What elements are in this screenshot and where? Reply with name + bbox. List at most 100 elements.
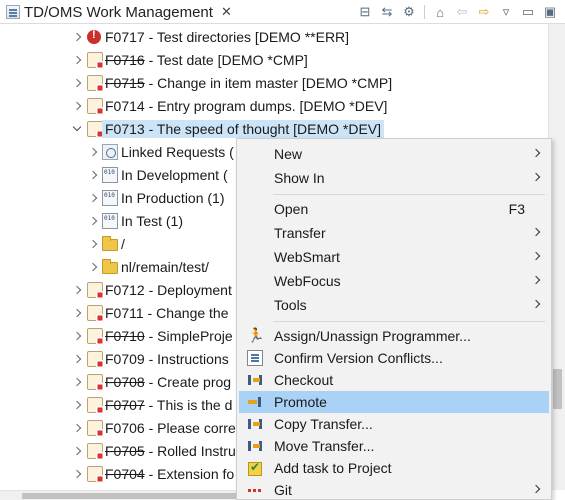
menu-item-confirm-version-conflicts[interactable]: Confirm Version Conflicts... [239, 347, 549, 369]
menu-item-add-task-to-project[interactable]: Add task to Project [239, 457, 549, 479]
submenu-arrow-icon [531, 275, 541, 285]
environment-icon [102, 212, 118, 229]
menu-item-label: Git [274, 482, 292, 498]
menu-item-label: Move Transfer... [274, 438, 375, 454]
tree-row-label: nl/remain/test/ [121, 258, 209, 275]
task-icon [87, 419, 104, 437]
menu-item-show-in[interactable]: Show In [239, 167, 549, 189]
tree-row-label: F0707 - This is the d [105, 396, 233, 413]
menu-item-checkout[interactable]: Checkout [239, 369, 549, 391]
task-icon [87, 442, 104, 460]
expand-icon[interactable] [72, 308, 82, 318]
expand-icon[interactable] [72, 377, 82, 387]
tree-row-label: F0712 - Deployment [105, 281, 232, 298]
expand-icon[interactable] [72, 101, 82, 111]
expand-icon[interactable] [72, 469, 82, 479]
expand-icon[interactable] [72, 78, 82, 88]
programmer-runner-icon [247, 327, 264, 344]
expand-icon[interactable] [72, 354, 82, 364]
expand-icon[interactable] [88, 147, 98, 157]
submenu-arrow-icon [531, 251, 541, 261]
expand-icon[interactable] [72, 331, 82, 341]
menu-item-tools[interactable]: Tools [239, 294, 549, 316]
tree-row[interactable]: F0715 - Change in item master [DEMO *CMP… [0, 71, 548, 94]
expand-icon[interactable] [72, 32, 82, 42]
vertical-scroll-thumb[interactable] [553, 369, 562, 409]
forward-icon[interactable]: ⇨ [475, 3, 493, 21]
toolbar-separator [424, 5, 425, 19]
submenu-arrow-icon [531, 227, 541, 237]
menu-item-new[interactable]: New [239, 143, 549, 165]
expand-icon[interactable] [88, 170, 98, 180]
tree-row-label: F0704 - Extension fo [105, 465, 235, 482]
move-transfer-icon [247, 438, 263, 454]
menu-item-move-transfer[interactable]: Move Transfer... [239, 435, 549, 457]
tree-row[interactable]: F0716 - Test date [DEMO *CMP] [0, 48, 548, 71]
filter-gear-icon[interactable]: ⚙ [400, 3, 418, 21]
menu-separator [273, 194, 545, 195]
tree-row-label: F0710 - SimpleProje [105, 327, 233, 344]
expand-icon[interactable] [72, 446, 82, 456]
submenu-arrow-icon [531, 299, 541, 309]
menu-item-copy-transfer[interactable]: Copy Transfer... [239, 413, 549, 435]
menu-item-label: Confirm Version Conflicts... [274, 350, 443, 366]
environment-icon [102, 189, 118, 206]
submenu-arrow-icon [531, 148, 541, 158]
tree-row-label: / [121, 235, 125, 252]
menu-item-websmart[interactable]: WebSmart [239, 246, 549, 268]
task-icon [87, 327, 104, 345]
tree-row[interactable]: F0717 - Test directories [DEMO **ERR] [0, 25, 548, 48]
maximize-icon[interactable]: ▣ [541, 3, 559, 21]
tree-row-selected[interactable]: F0713 - The speed of thought [DEMO *DEV] [0, 117, 548, 140]
tree-row-label: F0705 - Rolled Instru [105, 442, 236, 459]
tree-row-label: Linked Requests ( [121, 143, 234, 160]
minimize-icon[interactable]: ▭ [519, 3, 537, 21]
expand-icon[interactable] [72, 55, 82, 65]
task-icon [87, 304, 104, 322]
menu-item-assign-programmer[interactable]: Assign/Unassign Programmer... [239, 325, 549, 347]
tree-row[interactable]: F0714 - Entry program dumps. [DEMO *DEV] [0, 94, 548, 117]
task-icon [87, 120, 104, 138]
view-menu-icon[interactable]: ▿ [497, 3, 515, 21]
environment-icon [102, 166, 118, 183]
menu-item-label: Add task to Project [274, 460, 392, 476]
back-icon[interactable]: ⇦ [453, 3, 471, 21]
link-with-editor-icon[interactable]: ⇆ [378, 3, 396, 21]
menu-item-promote[interactable]: Promote [239, 391, 549, 413]
expand-icon[interactable] [88, 239, 98, 249]
view-tab[interactable]: TD/OMS Work Management ✕ [0, 0, 240, 24]
expand-icon[interactable] [88, 193, 98, 203]
tree-row-label: F0711 - Change the [105, 304, 229, 321]
tree-row-label: F0713 - The speed of thought [DEMO *DEV] [101, 119, 385, 138]
folder-icon [102, 258, 118, 274]
menu-separator [273, 321, 545, 322]
task-icon [87, 74, 104, 92]
menu-item-label: WebFocus [274, 273, 341, 289]
home-icon[interactable]: ⌂ [431, 3, 449, 21]
menu-item-label: Promote [274, 394, 327, 410]
expand-icon[interactable] [72, 423, 82, 433]
menu-item-label: Assign/Unassign Programmer... [274, 328, 471, 344]
document-list-icon [247, 350, 263, 366]
menu-item-label: Checkout [274, 372, 334, 388]
menu-item-open[interactable]: Open F3 [239, 198, 549, 220]
close-icon[interactable]: ✕ [221, 4, 232, 20]
tree-row-label: F0709 - Instructions [105, 350, 229, 367]
collapse-all-icon[interactable]: ⊟ [356, 3, 374, 21]
expand-icon[interactable] [72, 285, 82, 295]
task-icon [87, 281, 104, 299]
expand-icon[interactable] [72, 400, 82, 410]
menu-item-transfer[interactable]: Transfer [239, 222, 549, 244]
view-title: TD/OMS Work Management [24, 3, 213, 21]
tree-row-label: F0714 - Entry program dumps. [DEMO *DEV] [105, 97, 388, 114]
tree-row-label: F0716 - Test date [DEMO *CMP] [105, 51, 308, 68]
expand-icon[interactable] [88, 262, 98, 272]
expand-icon[interactable] [88, 216, 98, 226]
collapse-icon[interactable] [72, 124, 82, 134]
task-icon [87, 51, 104, 69]
menu-item-webfocus[interactable]: WebFocus [239, 270, 549, 292]
menu-item-git[interactable]: Git [239, 479, 549, 500]
copy-transfer-icon [247, 416, 263, 432]
menu-item-accelerator: F3 [508, 201, 525, 217]
menu-item-label: Open [274, 201, 309, 217]
